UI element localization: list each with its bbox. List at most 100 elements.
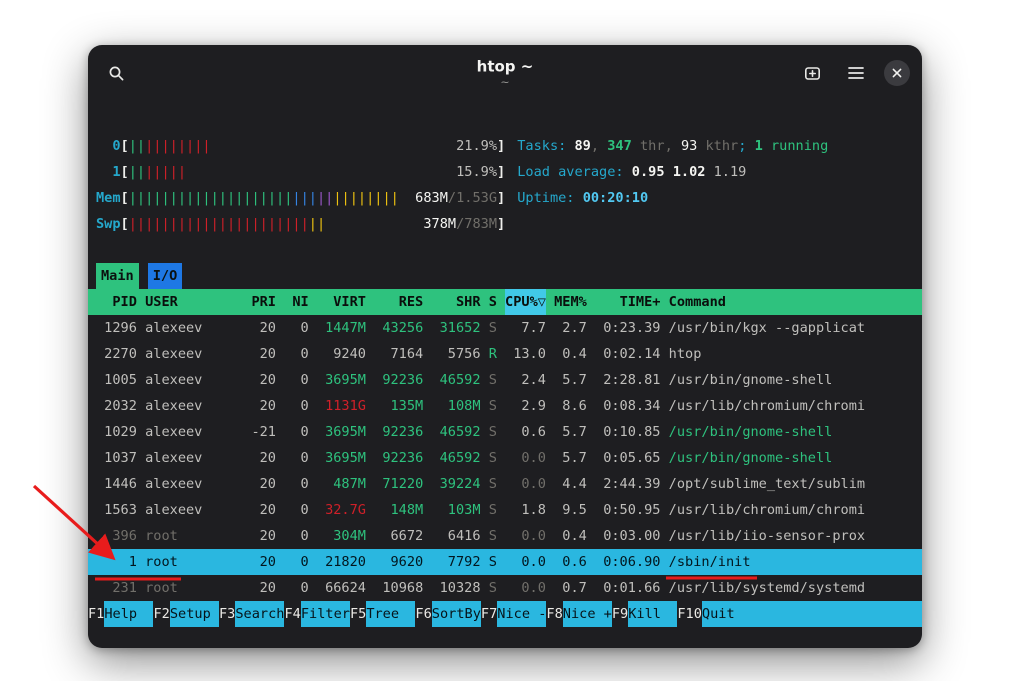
fnkey-f6[interactable]: F6 <box>415 601 431 627</box>
cell-ni: 0 <box>284 419 309 445</box>
cell-command: /usr/bin/gnome-shell <box>669 367 914 393</box>
process-row-1029[interactable]: 1029alexeev-2103695M9223646592S0.65.70:1… <box>88 419 922 445</box>
fnkey-f10[interactable]: F10 <box>677 601 702 627</box>
fnkey-f4[interactable]: F4 <box>284 601 300 627</box>
fnlabel-f8[interactable]: Nice + <box>563 601 612 627</box>
column-header-user[interactable]: USER <box>145 289 235 315</box>
fnlabel-f5[interactable]: Tree <box>366 601 415 627</box>
cell-virt: 487M <box>317 471 366 497</box>
process-row-1296[interactable]: 1296alexeev2001447M4325631652S7.72.70:23… <box>88 315 922 341</box>
cell-time: 0:08.34 <box>595 393 660 419</box>
fnkey-f9[interactable]: F9 <box>612 601 628 627</box>
process-row-231[interactable]: 231root200666241096810328S0.00.70:01.66/… <box>88 575 922 601</box>
cell-s: S <box>489 471 497 497</box>
cell-cpu: 0.0 <box>505 445 546 471</box>
column-header-cpu[interactable]: CPU%▽ <box>505 289 546 315</box>
meter-label: 0 <box>96 133 121 159</box>
fnlabel-f3[interactable]: Search <box>235 601 284 627</box>
process-row-1037[interactable]: 1037alexeev2003695M9223646592S0.05.70:05… <box>88 445 922 471</box>
process-row-1005[interactable]: 1005alexeev2003695M9223646592S2.45.72:28… <box>88 367 922 393</box>
cell-res: 135M <box>374 393 423 419</box>
cell-virt: 304M <box>317 523 366 549</box>
cell-user: alexeev <box>145 497 235 523</box>
cell-shr: 46592 <box>431 419 480 445</box>
column-header-shr[interactable]: SHR <box>431 289 480 315</box>
process-row-396[interactable]: 396root200304M66726416S0.00.40:03.00/usr… <box>88 523 922 549</box>
meter-label: Swp <box>96 211 121 237</box>
cell-user: alexeev <box>145 445 235 471</box>
fnlabel-f6[interactable]: SortBy <box>432 601 481 627</box>
search-button[interactable] <box>100 57 132 89</box>
fnlabel-f10[interactable]: Quit <box>702 601 751 627</box>
cell-cpu: 0.0 <box>505 471 546 497</box>
cell-pid: 231 <box>96 575 137 601</box>
process-row-1563[interactable]: 1563alexeev20032.7G148M103MS1.89.50:50.9… <box>88 497 922 523</box>
cell-res: 6672 <box>374 523 423 549</box>
cell-cpu: 0.6 <box>505 419 546 445</box>
cell-pid: 396 <box>96 523 137 549</box>
fnkey-f1[interactable]: F1 <box>88 601 104 627</box>
cell-pri: 20 <box>243 471 276 497</box>
fnlabel-f2[interactable]: Setup <box>170 601 219 627</box>
process-row-1[interactable]: 1root2002182096207792S0.00.60:06.90/sbin… <box>88 549 922 575</box>
cell-pid: 2032 <box>96 393 137 419</box>
process-row-2270[interactable]: 2270alexeev200924071645756R13.00.40:02.1… <box>88 341 922 367</box>
cell-time: 0:02.14 <box>595 341 660 367</box>
column-header-s[interactable]: S <box>489 289 497 315</box>
column-header-pid[interactable]: PID <box>96 289 137 315</box>
cell-virt: 3695M <box>317 367 366 393</box>
cell-time: 2:44.39 <box>595 471 660 497</box>
column-header-res[interactable]: RES <box>374 289 423 315</box>
cell-pri: 20 <box>243 341 276 367</box>
fnlabel-f9[interactable]: Kill <box>628 601 677 627</box>
screen-tabs: Main I/O <box>88 263 922 289</box>
cell-ni: 0 <box>284 367 309 393</box>
search-icon <box>108 65 125 82</box>
cell-mem: 4.4 <box>554 471 587 497</box>
window-title: htop ~ <box>477 57 534 75</box>
cell-virt: 21820 <box>317 549 366 575</box>
column-header-pri[interactable]: PRI <box>243 289 276 315</box>
cell-ni: 0 <box>284 471 309 497</box>
column-header-ni[interactable]: NI <box>284 289 309 315</box>
column-header-mem[interactable]: MEM% <box>554 289 587 315</box>
process-row-1446[interactable]: 1446alexeev200487M7122039224S0.04.42:44.… <box>88 471 922 497</box>
cell-shr: 6416 <box>431 523 480 549</box>
cell-user: alexeev <box>145 393 235 419</box>
column-header-virt[interactable]: VIRT <box>317 289 366 315</box>
column-header-time[interactable]: TIME+ <box>595 289 660 315</box>
column-header-command[interactable]: Command <box>669 289 914 315</box>
cell-shr: 10328 <box>431 575 480 601</box>
cell-mem: 2.7 <box>554 315 587 341</box>
cell-pid: 1 <box>96 549 137 575</box>
tab-i-o[interactable]: I/O <box>148 263 183 289</box>
fnlabel-f4[interactable]: Filter <box>301 601 350 627</box>
cell-cpu: 13.0 <box>505 341 546 367</box>
close-button[interactable] <box>884 60 910 86</box>
fnkey-f3[interactable]: F3 <box>219 601 235 627</box>
cell-time: 0:23.39 <box>595 315 660 341</box>
fnkey-f5[interactable]: F5 <box>350 601 366 627</box>
new-tab-button[interactable] <box>796 57 828 89</box>
cell-command: /usr/lib/chromium/chromi <box>669 393 914 419</box>
cell-time: 2:28.81 <box>595 367 660 393</box>
fnkey-f8[interactable]: F8 <box>546 601 562 627</box>
fnkey-f2[interactable]: F2 <box>153 601 169 627</box>
cell-time: 0:10.85 <box>595 419 660 445</box>
fnkey-f7[interactable]: F7 <box>481 601 497 627</box>
function-key-bar: F1Help F2Setup F3SearchF4FilterF5Tree F6… <box>88 601 922 627</box>
menu-button[interactable] <box>840 57 872 89</box>
process-list: 1296alexeev2001447M4325631652S7.72.70:23… <box>88 315 922 601</box>
cell-ni: 0 <box>284 523 309 549</box>
fnlabel-f1[interactable]: Help <box>104 601 153 627</box>
cell-shr: 108M <box>431 393 480 419</box>
fnlabel-f7[interactable]: Nice - <box>497 601 546 627</box>
cell-mem: 5.7 <box>554 445 587 471</box>
table-header: PID USER PRI NI VIRT RES SHR S CPU%▽ MEM% TIME+ Com… <box>88 289 922 315</box>
cell-s: S <box>489 419 497 445</box>
cell-cpu: 0.0 <box>505 523 546 549</box>
tab-main[interactable]: Main <box>96 263 139 289</box>
cell-s: S <box>489 393 497 419</box>
process-row-2032[interactable]: 2032alexeev2001131G135M108MS2.98.60:08.3… <box>88 393 922 419</box>
cell-s: S <box>489 367 497 393</box>
